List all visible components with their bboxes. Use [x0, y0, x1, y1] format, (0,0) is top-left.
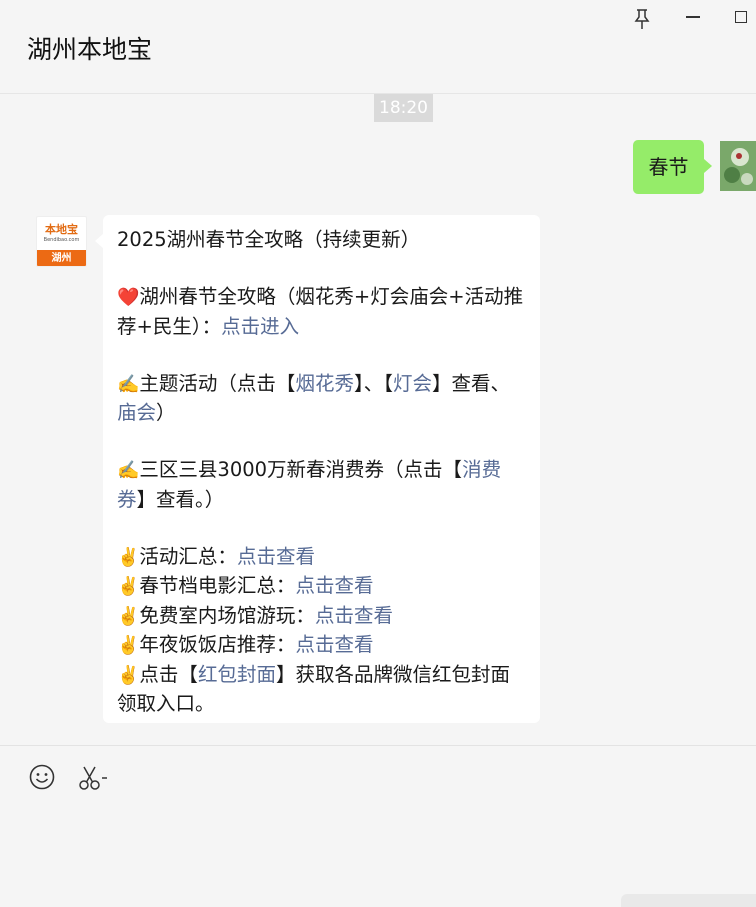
bot-message-bubble: 2025湖州春节全攻略（持续更新） ❤️湖州春节全攻略（烟花秀+灯会庙会+活动推… — [95, 215, 540, 723]
link-view[interactable]: 点击查看 — [237, 545, 315, 568]
avatar-logo: 本地宝 Bendibao.com — [37, 217, 86, 250]
list-item: ✌️点击【红包封面】获取各品牌微信红包封面领取入口。 — [117, 662, 510, 716]
victory-hand-icon: ✌️ — [117, 664, 140, 686]
pin-icon[interactable] — [634, 8, 650, 34]
victory-hand-icon: ✌️ — [117, 546, 140, 568]
link-view[interactable]: 点击查看 — [295, 574, 373, 597]
link-red-packet-cover[interactable]: 红包封面 — [198, 663, 276, 686]
victory-hand-icon: ✌️ — [117, 635, 140, 656]
victory-hand-icon: ✌️ — [117, 576, 140, 597]
writing-hand-icon: ✍️ — [117, 373, 140, 395]
avatar-sub: Bendibao.com — [43, 236, 80, 243]
my-avatar[interactable] — [720, 141, 756, 191]
chat-title: 湖州本地宝 — [27, 35, 153, 64]
link-temple-fair[interactable]: 庙会 — [117, 401, 156, 424]
list-item: ✌️活动汇总：点击查看 — [117, 544, 315, 568]
link-lantern-fair[interactable]: 灯会 — [393, 372, 432, 395]
message-title: 2025湖州春节全攻略（持续更新） — [117, 228, 421, 251]
message-paragraph-2: ✍️主题活动（点击【烟花秀】、【灯会】查看、庙会） — [117, 371, 510, 425]
link-enter[interactable]: 点击进入 — [221, 315, 299, 338]
link-view[interactable]: 点击查看 — [295, 633, 373, 656]
writing-hand-icon: ✍️ — [117, 460, 140, 481]
emoji-icon[interactable] — [29, 764, 55, 790]
victory-hand-icon: ✌️ — [117, 605, 140, 627]
list-item: ✌️年夜饭饭店推荐：点击查看 — [117, 633, 374, 656]
screenshot-scissor-icon[interactable] — [78, 764, 108, 792]
maximize-icon[interactable] — [735, 11, 747, 23]
message-paragraph-1: ❤️湖州春节全攻略（烟花秀+灯会庙会+活动推荐+民生）：点击进入 — [117, 285, 524, 338]
minimize-icon[interactable] — [686, 16, 700, 18]
link-view[interactable]: 点击查看 — [315, 604, 393, 627]
send-button-area[interactable] — [621, 894, 756, 907]
bendibao-avatar[interactable]: 本地宝 Bendibao.com 湖州 — [36, 216, 87, 267]
avatar-brand: 本地宝 — [45, 222, 78, 236]
list-item: ✌️免费室内场馆游玩：点击查看 — [117, 603, 393, 627]
my-message-bubble[interactable]: 春节 — [633, 140, 712, 194]
title-bar: 湖州本地宝 — [0, 0, 756, 94]
list-item: ✌️春节档电影汇总：点击查看 — [117, 574, 374, 597]
heart-icon: ❤️ — [117, 287, 140, 308]
link-fireworks[interactable]: 烟花秀 — [295, 372, 354, 395]
timestamp: 18:20 — [374, 94, 433, 122]
avatar-city: 湖州 — [37, 250, 86, 266]
message-paragraph-3: ✍️三区三县3000万新春消费券（点击【消费券】查看。） — [117, 458, 502, 511]
input-divider — [0, 745, 756, 746]
